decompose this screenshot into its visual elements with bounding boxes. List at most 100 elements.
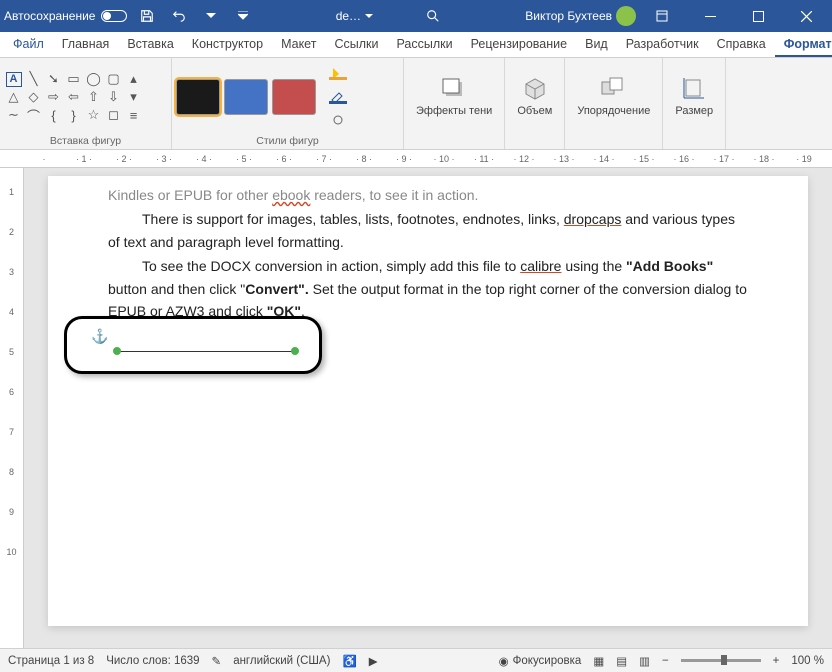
anchor-icon: ⚓ (91, 328, 108, 345)
rect-shape[interactable]: ▭ (64, 71, 83, 88)
3d-effects-button[interactable]: Объем (509, 60, 560, 130)
selected-shape[interactable]: ⚓ (64, 316, 322, 374)
size-button[interactable]: Размер (667, 60, 721, 130)
arc-shape[interactable]: ⌒ (24, 107, 43, 124)
tab-home[interactable]: Главная (53, 33, 119, 57)
arrow-left-shape[interactable]: ⇦ (64, 89, 83, 106)
horizontal-ruler[interactable]: ·· 1 ·· 2 ·· 3 ·· 4 ·· 5 ·· 6 ·· 7 ·· 8 … (0, 150, 832, 168)
avatar[interactable] (616, 6, 636, 26)
doc-text-fragment: There is support for images, tables, lis… (142, 211, 564, 227)
text-box-shape[interactable]: A (4, 71, 23, 88)
minimize-button[interactable] (688, 1, 732, 31)
triangle-shape[interactable]: △ (4, 89, 23, 106)
language-status[interactable]: английский (США) (233, 655, 330, 667)
tab-file[interactable]: Файл (4, 33, 53, 57)
shape-effects-button[interactable] (322, 110, 354, 132)
document-scroll[interactable]: Kindles or EPUB for other ebook readers,… (24, 168, 832, 648)
style-swatch-1[interactable] (176, 79, 220, 115)
brace-right-shape[interactable]: } (64, 107, 83, 124)
arrow-right-shape[interactable]: ⇨ (44, 89, 63, 106)
autosave-toggle[interactable]: Автосохранение (4, 9, 127, 23)
doc-bold: Convert". (245, 281, 308, 297)
view-web-layout-icon[interactable]: ▥ (639, 654, 650, 668)
arrow-up-shape[interactable]: ⇧ (84, 89, 103, 106)
brace-left-shape[interactable]: { (44, 107, 63, 124)
line-shape[interactable]: ╲ (24, 71, 43, 88)
vertical-ruler[interactable]: 12345678910 (0, 168, 24, 648)
tab-review[interactable]: Рецензирование (462, 33, 577, 57)
search-icon[interactable] (421, 4, 445, 28)
toggle-switch[interactable] (101, 10, 127, 22)
page-count[interactable]: Страница 1 из 8 (8, 655, 94, 667)
shapes-gallery[interactable]: A ╲ ➘ ▭ ◯ ▢ ▴ △ ◇ ⇨ ⇦ ⇧ ⇩ ▾ ∼ ⌒ { } ☆ ◻ (4, 71, 143, 124)
shape-outline-button[interactable] (322, 86, 354, 108)
oval-shape[interactable]: ◯ (84, 71, 103, 88)
shadow-effects-button[interactable]: Эффекты тени (408, 60, 500, 130)
scroll-up-icon[interactable]: ▴ (124, 71, 143, 88)
title-bar: Автосохранение de… Виктор Бухтеев (0, 0, 832, 32)
scroll-down-icon[interactable]: ▾ (124, 89, 143, 106)
arrow-down-shape[interactable]: ⇩ (104, 89, 123, 106)
rounded-rect-shape[interactable]: ▢ (104, 71, 123, 88)
document-title[interactable]: de… (336, 9, 361, 23)
arrange-label: Упорядочение (577, 105, 650, 117)
doc-text-fragment: readers, to see it in action. (310, 187, 478, 203)
doc-link[interactable]: calibre (520, 258, 561, 274)
callout-shape[interactable]: ◻ (104, 107, 123, 124)
zoom-in-button[interactable]: + (773, 655, 780, 667)
ribbon-tab-bar: Файл Главная Вставка Конструктор Макет С… (0, 32, 832, 58)
group-label-shape-styles: Стили фигур (176, 134, 399, 149)
title-dropdown-icon[interactable] (365, 14, 373, 19)
tab-references[interactable]: Ссылки (325, 33, 387, 57)
style-swatch-2[interactable] (224, 79, 268, 115)
zoom-percent[interactable]: 100 % (791, 655, 824, 667)
arrange-button[interactable]: Упорядочение (569, 60, 658, 130)
tab-design[interactable]: Конструктор (183, 33, 272, 57)
tab-view[interactable]: Вид (576, 33, 617, 57)
more-shapes-icon[interactable]: ≡ (124, 107, 143, 124)
tab-developer[interactable]: Разработчик (617, 33, 708, 57)
autosave-label: Автосохранение (4, 9, 95, 23)
diamond-shape[interactable]: ◇ (24, 89, 43, 106)
undo-icon[interactable] (167, 4, 191, 28)
shape-style-gallery[interactable] (176, 79, 316, 115)
focus-mode[interactable]: ◉ Фокусировка (499, 654, 582, 668)
arrow-shape[interactable]: ➘ (44, 71, 63, 88)
zoom-out-button[interactable]: − (662, 655, 669, 667)
curve-shape[interactable]: ∼ (4, 107, 23, 124)
view-read-mode-icon[interactable]: ▤ (616, 654, 627, 668)
accessibility-icon[interactable]: ♿ (342, 654, 356, 668)
line-shape-object[interactable] (117, 351, 295, 352)
group-label-insert-shapes: Вставка фигур (4, 134, 167, 149)
tab-insert[interactable]: Вставка (118, 33, 182, 57)
doc-text-fragment: using the (561, 258, 626, 274)
style-swatch-3[interactable] (272, 79, 316, 115)
resize-handle-right[interactable] (291, 347, 299, 355)
save-icon[interactable] (135, 4, 159, 28)
ribbon-display-icon[interactable] (640, 1, 684, 31)
maximize-button[interactable] (736, 1, 780, 31)
close-button[interactable] (784, 1, 828, 31)
document-page[interactable]: Kindles or EPUB for other ebook readers,… (48, 176, 808, 626)
tab-shape-format[interactable]: Формат фигу (775, 33, 832, 57)
user-name[interactable]: Виктор Бухтеев (525, 9, 612, 23)
tab-help[interactable]: Справка (708, 33, 775, 57)
document-workspace: 12345678910 Kindles or EPUB for other eb… (0, 168, 832, 648)
status-bar: Страница 1 из 8 Число слов: 1639 ✎ англи… (0, 648, 832, 672)
spellcheck-icon[interactable]: ✎ (212, 654, 222, 668)
zoom-slider[interactable] (681, 659, 761, 662)
volume-label: Объем (517, 105, 552, 117)
doc-link[interactable]: dropcaps (564, 211, 622, 227)
word-count[interactable]: Число слов: 1639 (106, 655, 199, 667)
qat-customize-icon[interactable] (231, 4, 255, 28)
size-label: Размер (675, 105, 713, 117)
macro-icon[interactable]: ▶ (369, 654, 378, 668)
star-shape[interactable]: ☆ (84, 107, 103, 124)
doc-text-fragment: To see the DOCX conversion in action, si… (142, 258, 520, 274)
shape-fill-button[interactable] (322, 62, 354, 84)
tab-layout[interactable]: Макет (272, 33, 325, 57)
view-print-layout-icon[interactable]: ▦ (593, 654, 604, 668)
redo-dropdown-icon[interactable] (199, 4, 223, 28)
tab-mailings[interactable]: Рассылки (387, 33, 461, 57)
resize-handle-left[interactable] (113, 347, 121, 355)
